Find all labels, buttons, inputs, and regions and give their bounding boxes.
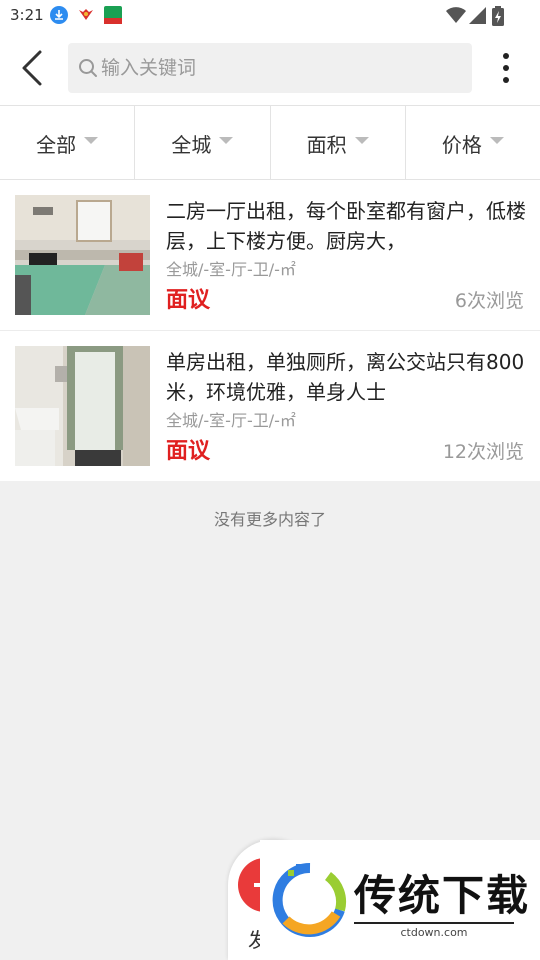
filter-all[interactable]: 全部: [0, 106, 136, 180]
listing-meta: 全城/-室-厅-卫/-㎡: [166, 411, 296, 430]
caret-down-icon: [489, 136, 504, 144]
filter-bar: 全部 全城 面积 价格: [0, 106, 540, 180]
listing-photo-kitchen: [15, 195, 150, 315]
filter-label: 面积: [306, 132, 347, 157]
listing-item[interactable]: 单房出租，单独厕所，离公交站只有800米，环境优雅，单身人士 全城/-室-厅-卫…: [0, 331, 540, 481]
watermark-logo-icon: [272, 862, 347, 937]
app-icon-2: [104, 6, 122, 24]
battery-icon: [492, 6, 504, 26]
listing-price: 面议: [166, 439, 211, 464]
status-time: 3:21: [10, 6, 44, 24]
listing-item[interactable]: 二房一厅出租，每个卧室都有窗户，低楼层，上下楼方便。厨房大， 全城/-室-厅-卫…: [0, 180, 540, 331]
signal-icon: [469, 7, 486, 24]
top-bar: [0, 30, 540, 106]
filter-price[interactable]: 价格: [406, 106, 540, 180]
search-input[interactable]: [101, 43, 461, 93]
search-box[interactable]: [68, 43, 472, 93]
listing-meta: 全城/-室-厅-卫/-㎡: [166, 260, 296, 279]
search-icon: [79, 59, 97, 77]
listing-title: 单房出租，单独厕所，离公交站只有800米，环境优雅，单身人士: [166, 350, 525, 404]
caret-down-icon: [219, 136, 234, 144]
chevron-left-icon[interactable]: [14, 48, 54, 88]
caret-down-icon: [84, 136, 99, 144]
filter-label: 价格: [441, 132, 482, 157]
more-vertical-icon[interactable]: [494, 50, 518, 86]
listing-price: 面议: [166, 288, 211, 313]
filter-area[interactable]: 全城: [135, 106, 271, 180]
status-bar: 3:21: [0, 0, 540, 30]
listing-views: 6次浏览: [454, 290, 524, 312]
app-icon: [79, 9, 93, 20]
filter-label: 全城: [171, 132, 212, 157]
caret-down-icon: [354, 136, 369, 144]
listing-views: 12次浏览: [442, 441, 524, 463]
watermark: 传统下载 ctdown.com: [260, 840, 540, 960]
watermark-url: ctdown.com: [354, 922, 514, 939]
listing-list: 二房一厅出租，每个卧室都有窗户，低楼层，上下楼方便。厨房大， 全城/-室-厅-卫…: [0, 180, 540, 481]
watermark-title: 传统下载: [354, 871, 531, 920]
no-more-text: 没有更多内容了: [213, 510, 326, 529]
wifi-icon: [446, 7, 466, 23]
listing-title: 二房一厅出租，每个卧室都有窗户，低楼层，上下楼方便。厨房大，: [166, 199, 526, 253]
download-icon: [50, 6, 68, 24]
filter-label: 全部: [36, 132, 77, 157]
listing-photo-bathroom: [15, 346, 150, 466]
filter-size[interactable]: 面积: [271, 106, 406, 180]
